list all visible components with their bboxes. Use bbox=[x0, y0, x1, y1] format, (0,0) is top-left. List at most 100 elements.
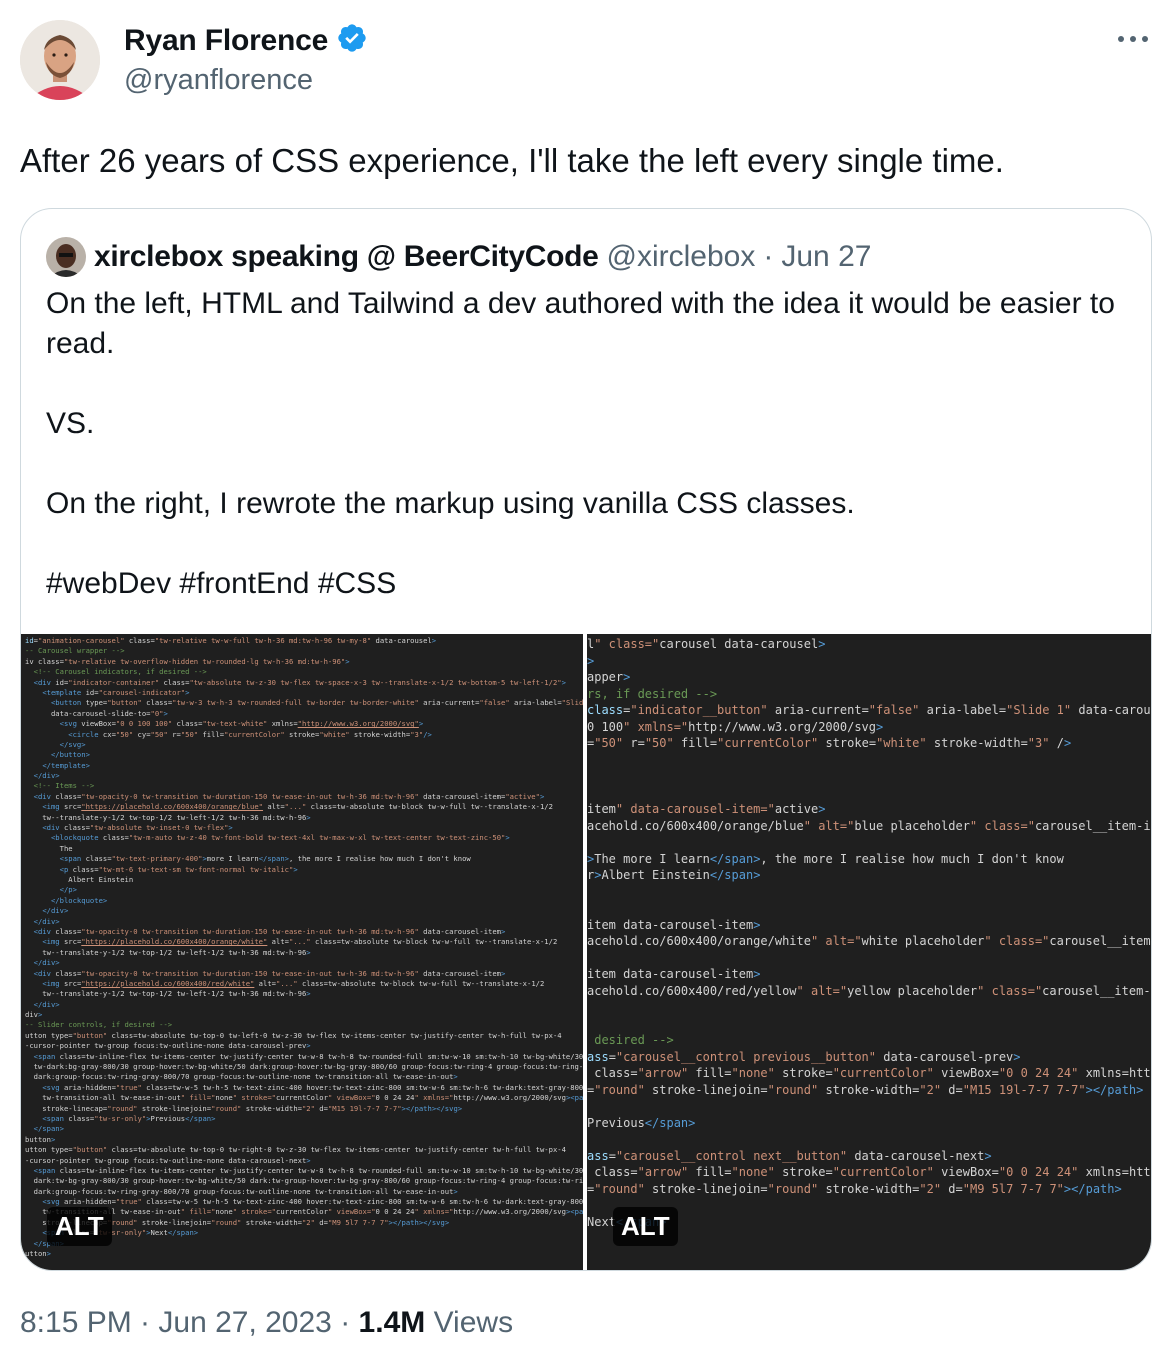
code-line: -- Carousel wrapper --> bbox=[25, 646, 125, 656]
code-line: apper> bbox=[587, 670, 631, 684]
code-line: iv class="tw-relative tw-overflow-hidden… bbox=[25, 656, 350, 666]
code-line: div> bbox=[25, 1010, 43, 1020]
code-line: class="arrow" fill="none" stroke="curren… bbox=[587, 1165, 1151, 1179]
media-image-vanilla-css-code[interactable]: l" class="carousel data-carousel> > apper>… bbox=[587, 634, 1151, 1270]
code-line: button> bbox=[25, 1134, 56, 1144]
code-line: ="round" stroke-linejoin="round" stroke-… bbox=[587, 1082, 1144, 1097]
quoted-paragraph: #webDev #frontEnd #CSS bbox=[46, 567, 397, 600]
quoted-paragraph bbox=[46, 444, 1126, 484]
code-line: item" data-carousel-item="active> bbox=[587, 802, 826, 816]
code-line: <p class="tw-mt-6 tw-text-sm tw-font-nor… bbox=[59, 864, 298, 874]
code-line: <div class="tw-opacity-0 tw-transition t… bbox=[33, 968, 506, 978]
code-line: -cursor-pointer tw-group focus:tw-outlin… bbox=[25, 1155, 311, 1165]
quoted-tweet-card[interactable]: xirclebox speaking @ BeerCityCode @xircl… bbox=[20, 208, 1152, 1271]
views-count: 1.4M bbox=[358, 1306, 426, 1339]
code-line: class="indicator__button" aria-current="… bbox=[587, 703, 1151, 717]
views-label: Views bbox=[433, 1306, 514, 1339]
code-line: </div> bbox=[33, 958, 60, 968]
media-image-tailwind-code[interactable]: id="animation-carousel" class="tw-relati… bbox=[21, 634, 583, 1270]
code-line: utton> bbox=[25, 1249, 51, 1259]
quoted-date[interactable]: Jun 27 bbox=[781, 240, 871, 274]
code-line: desired --> bbox=[587, 1033, 674, 1047]
code-line: ="50" r="50" fill="currentColor" stroke=… bbox=[587, 736, 1072, 750]
alt-badge[interactable]: ALT bbox=[47, 1207, 112, 1246]
code-line: item data-carousel-item> bbox=[587, 917, 761, 932]
code-line: </div> bbox=[33, 999, 60, 1009]
code-line: -- Slider controls, if desired --> bbox=[25, 1020, 173, 1030]
code-line: item data-carousel-item> bbox=[587, 967, 761, 981]
alt-badge[interactable]: ALT bbox=[613, 1207, 678, 1246]
code-line: stroke-linecap="round" stroke-linejoin="… bbox=[25, 1103, 463, 1113]
author-avatar-image bbox=[20, 20, 100, 100]
code-line: <svg viewBox="0 0 100 100" class="tw-tex… bbox=[59, 719, 424, 729]
tweet-timestamp[interactable]: 8:15 PM · Jun 27, 2023 bbox=[20, 1306, 332, 1339]
code-lines: id="animation-carousel" class="tw-relati… bbox=[25, 636, 583, 1259]
more-options-button[interactable] bbox=[1116, 28, 1150, 50]
code-line: </div> bbox=[42, 906, 69, 916]
code-line: </div> bbox=[33, 916, 60, 926]
code-line: <span class=tw-inline-flex tw-items-cent… bbox=[33, 1051, 583, 1061]
code-line: <div class="tw-opacity-0 tw-transition t… bbox=[33, 791, 545, 801]
code-line: tw-dark:bg-gray-800/30 group-hover:tw-bg… bbox=[25, 1062, 583, 1072]
code-line: <svg aria-hidden="true" class=tw-w-5 tw-… bbox=[42, 1082, 583, 1092]
code-line: </button> bbox=[50, 750, 90, 760]
verified-badge-icon[interactable] bbox=[336, 22, 368, 59]
code-line: -cursor-pointer tw-group focus:tw-outlin… bbox=[25, 1041, 311, 1051]
code-line: Previous</span> bbox=[587, 1115, 696, 1130]
author-handle[interactable]: @ryanflorence bbox=[124, 64, 313, 97]
code-line: <!-- Items --> bbox=[25, 781, 95, 791]
code-line: <button type="button" class="tw-w-3 tw-h… bbox=[50, 698, 583, 708]
ellipsis-icon bbox=[1118, 36, 1148, 42]
quoted-separator: · bbox=[763, 240, 774, 273]
code-line: <svg aria-hidden="true" class=tw-w-5 tw-… bbox=[42, 1197, 583, 1207]
code-line: <img src="https://placehold.co/600x400/r… bbox=[42, 978, 545, 988]
quoted-author-handle[interactable]: @xirclebox bbox=[607, 240, 756, 274]
tweet-meta: 8:15 PM · Jun 27, 2023 · 1.4M Views bbox=[20, 1306, 513, 1340]
author-name-row: Ryan Florence bbox=[124, 22, 368, 59]
code-line: tw--translate-y-1/2 tw-top-1/2 tw-left-1… bbox=[25, 947, 311, 957]
code-line: class="arrow" fill="none" stroke="curren… bbox=[587, 1066, 1151, 1080]
code-line: Albert Einstein bbox=[25, 874, 134, 884]
code-line: >The more I learn</span>, the more I rea… bbox=[587, 851, 1064, 866]
code-lines: l" class="carousel data-carousel> > apper>… bbox=[587, 636, 1151, 1230]
author-avatar[interactable] bbox=[20, 20, 100, 100]
code-line: tw-transition-all tw-ease-in-out" fill="… bbox=[25, 1093, 583, 1103]
code-line: </template> bbox=[42, 760, 90, 770]
meta-separator: · bbox=[340, 1306, 359, 1339]
code-line: id="animation-carousel" class="tw-relati… bbox=[25, 636, 437, 645]
code-line: ass="carousel__control next__button" dat… bbox=[587, 1148, 992, 1163]
code-line: </blockquote> bbox=[50, 895, 108, 905]
code-line: data-carousel-slide-to="0"> bbox=[25, 708, 168, 718]
code-line: acehold.co/600x400/orange/blue" alt="blu… bbox=[587, 818, 1151, 833]
code-line: tw--translate-y-1/2 tw-top-1/2 tw-left-1… bbox=[25, 812, 311, 822]
code-line: <div id="indicator-container" class="tw-… bbox=[33, 677, 566, 687]
code-line: <div class="tw-opacity-0 tw-transition t… bbox=[33, 926, 506, 936]
quoted-author-name[interactable]: xirclebox speaking @ BeerCityCode bbox=[94, 240, 599, 274]
code-line: dark:tw-bg-gray-800/30 group-hover:tw-bg… bbox=[25, 1176, 583, 1186]
quoted-paragraph: On the left, HTML and Tailwind a dev aut… bbox=[46, 287, 1115, 360]
code-line: <template id="carousel-indicator"> bbox=[42, 687, 190, 697]
quoted-paragraph bbox=[46, 364, 1126, 404]
code-line: utton type="button" class=tw-absolute tw… bbox=[25, 1030, 562, 1040]
code-line: r>Albert Einstein</span> bbox=[587, 868, 761, 882]
code-line: <!-- Carousel indicators, if desired --> bbox=[25, 667, 207, 677]
author-name[interactable]: Ryan Florence bbox=[124, 24, 328, 58]
code-line: acehold.co/600x400/red/yellow" alt="yell… bbox=[587, 983, 1151, 998]
code-line: rs, if desired --> bbox=[587, 686, 718, 701]
code-line: acehold.co/600x400/orange/white" alt="wh… bbox=[587, 934, 1151, 948]
quoted-author-avatar[interactable] bbox=[46, 237, 86, 277]
code-line: <blockquote class="tw-m-auto tw-z-40 tw-… bbox=[50, 833, 510, 843]
code-line: > bbox=[587, 653, 595, 668]
code-line: l" class="carousel data-carousel> bbox=[587, 637, 826, 651]
code-line: </div> bbox=[33, 771, 60, 781]
